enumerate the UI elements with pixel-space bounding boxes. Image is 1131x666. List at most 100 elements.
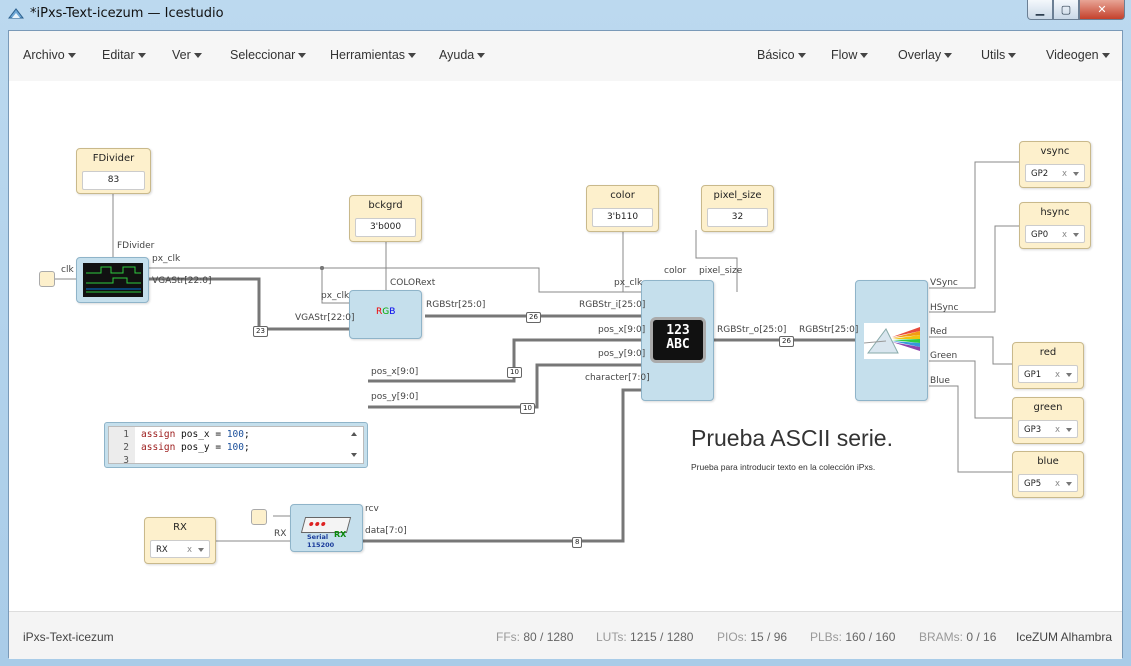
txt-character-label: character[7:0] (585, 373, 650, 383)
project-name: iPxs-Text-icezum (23, 630, 114, 644)
fdivider-label: FDivider (92, 153, 135, 164)
serial-data-label: data[7:0] (365, 526, 407, 536)
pixel-size-value[interactable]: 32 (707, 208, 768, 227)
window-title: *iPxs-Text-icezum — Icestudio (30, 6, 224, 21)
pixel-size-constant[interactable]: pixel_size 32 (701, 185, 774, 232)
bus-width-rgb-out: 26 (779, 336, 794, 347)
txt-pixel-size-label: pixel_size (699, 266, 743, 276)
menu-ayuda[interactable]: Ayuda (439, 48, 485, 62)
px-clk-port-label: px_clk (152, 254, 181, 264)
fdivider-value[interactable]: 83 (82, 171, 145, 190)
ffs-stat: FFs: 80 / 1280 (496, 630, 574, 644)
design-canvas[interactable]: 23 26 26 10 10 8 FDivider 83 bckgrd 3'b0… (9, 81, 1122, 610)
red-port-label: Red (930, 327, 948, 337)
menu-utils[interactable]: Utils (981, 48, 1016, 62)
txt-rgbstr-o-label: RGBStr_o[25:0] (717, 325, 787, 335)
bckgrd-label: bckgrd (368, 200, 403, 211)
color-value[interactable]: 3'b110 (592, 208, 653, 227)
green-label: green (1033, 402, 1063, 413)
menu-seleccionar[interactable]: Seleccionar (230, 48, 306, 62)
menubar: Archivo Editar Ver Seleccionar Herramien… (9, 31, 1122, 82)
pios-stat: PIOs: 15 / 96 (717, 630, 788, 644)
serial-label: Serial (307, 533, 329, 541)
vsync-pin-select[interactable]: GP2 x (1025, 164, 1085, 182)
board-name[interactable]: IceZUM Alhambra (1016, 630, 1112, 644)
rx-input[interactable]: RX RX x (144, 517, 216, 564)
colorext-label: COLORext (390, 278, 436, 288)
bus-width-posx: 10 (507, 367, 522, 378)
fdivider-constant[interactable]: FDivider 83 (76, 148, 151, 194)
hsync-port-label: HSync (930, 303, 959, 313)
vgastr-port-label: VGAStr[22:0] (152, 276, 212, 286)
prism-icon (864, 323, 920, 359)
rgb-px-clk-label: px_clk (321, 291, 350, 301)
menu-basico[interactable]: Básico (757, 48, 806, 62)
bus-width-data: 8 (572, 537, 583, 548)
txt-px-clk-label: px_clk (614, 278, 643, 288)
serial-rx-module[interactable]: RX Serial 115200 (290, 504, 363, 552)
menu-overlay[interactable]: Overlay (898, 48, 952, 62)
hsync-output[interactable]: hsync GP0 x (1019, 202, 1091, 249)
blue-pin-select[interactable]: GP5 x (1018, 474, 1078, 492)
verilog-code-block[interactable]: 1 assign pos_x = 100; 2 assign pos_y = 1… (104, 422, 368, 468)
plbs-stat: PLBs: 160 / 160 (810, 630, 896, 644)
color-constant[interactable]: color 3'b110 (586, 185, 659, 232)
green-pin-select[interactable]: GP3 x (1018, 420, 1078, 438)
luts-stat: LUTs: 1215 / 1280 (596, 630, 694, 644)
menu-flow[interactable]: Flow (831, 48, 868, 62)
statusbar: iPxs-Text-icezum FFs: 80 / 1280 LUTs: 12… (9, 611, 1122, 659)
code-pos-x-label: pos_x[9:0] (371, 367, 419, 377)
scroll-down-icon[interactable] (351, 453, 357, 457)
vsync-port-label: VSync (930, 278, 958, 288)
text-module[interactable]: 123 ABC (641, 280, 714, 401)
code-pos-y-label: pos_y[9:0] (371, 392, 419, 402)
bckgrd-constant[interactable]: bckgrd 3'b000 (349, 195, 422, 242)
rx-pin-select[interactable]: RX x (150, 540, 210, 558)
serial-rcv-label: rcv (365, 504, 379, 514)
bus-width-posy: 10 (520, 403, 535, 414)
prescaler-module[interactable] (76, 257, 149, 303)
clk-input[interactable] (39, 271, 55, 287)
info-subtitle: Prueba para introducir texto en la colec… (691, 462, 876, 472)
scroll-up-icon[interactable] (351, 432, 357, 436)
line-number: 1 (123, 429, 129, 440)
rgb-vgastr-label: VGAStr[22:0] (295, 313, 355, 323)
line-number: 2 (123, 442, 129, 453)
icestudio-logo-icon (8, 8, 24, 19)
code-line: assign pos_x = 100; (141, 429, 250, 440)
minimize-button[interactable]: ▁ (1027, 0, 1053, 20)
red-label: red (1039, 347, 1057, 358)
menu-herramientas[interactable]: Herramientas (330, 48, 416, 62)
menu-videogen[interactable]: Videogen (1046, 48, 1110, 62)
vsync-label: vsync (1040, 146, 1070, 157)
hsync-pin-select[interactable]: GP0 x (1025, 225, 1085, 243)
serial-baud: 115200 (307, 541, 335, 549)
green-port-label: Green (930, 351, 958, 361)
vsync-output[interactable]: vsync GP2 x (1019, 141, 1091, 188)
code-line: assign pos_y = 100; (141, 442, 250, 453)
hsync-label: hsync (1040, 207, 1070, 218)
green-output[interactable]: green GP3 x (1012, 397, 1084, 444)
menu-editar[interactable]: Editar (102, 48, 146, 62)
window-titlebar[interactable]: *iPxs-Text-icezum — Icestudio ▁ ▢ ✕ (0, 0, 1131, 30)
line-number: 3 (123, 455, 129, 466)
rgb-background-module[interactable]: RGB (349, 290, 422, 339)
blue-output[interactable]: blue GP5 x (1012, 451, 1084, 498)
bckgrd-value[interactable]: 3'b000 (355, 218, 416, 237)
menu-archivo[interactable]: Archivo (23, 48, 76, 62)
pixel-size-label: pixel_size (713, 190, 762, 201)
text-module-icon: 123 ABC (650, 317, 706, 363)
rgb-module-icon: RGB (376, 307, 396, 317)
close-button[interactable]: ✕ (1079, 0, 1125, 20)
rx-label: RX (173, 522, 187, 533)
maximize-button[interactable]: ▢ (1053, 0, 1079, 20)
info-title: Prueba ASCII serie. (691, 425, 893, 451)
vga-output-module[interactable] (855, 280, 928, 401)
color-label: color (610, 190, 635, 201)
red-pin-select[interactable]: GP1 x (1018, 365, 1078, 383)
serial-clk-input[interactable] (251, 509, 267, 525)
menu-ver[interactable]: Ver (172, 48, 202, 62)
code-editor[interactable]: 1 assign pos_x = 100; 2 assign pos_y = 1… (108, 426, 364, 466)
red-output[interactable]: red GP1 x (1012, 342, 1084, 389)
brams-stat: BRAMs: 0 / 16 (919, 630, 997, 644)
